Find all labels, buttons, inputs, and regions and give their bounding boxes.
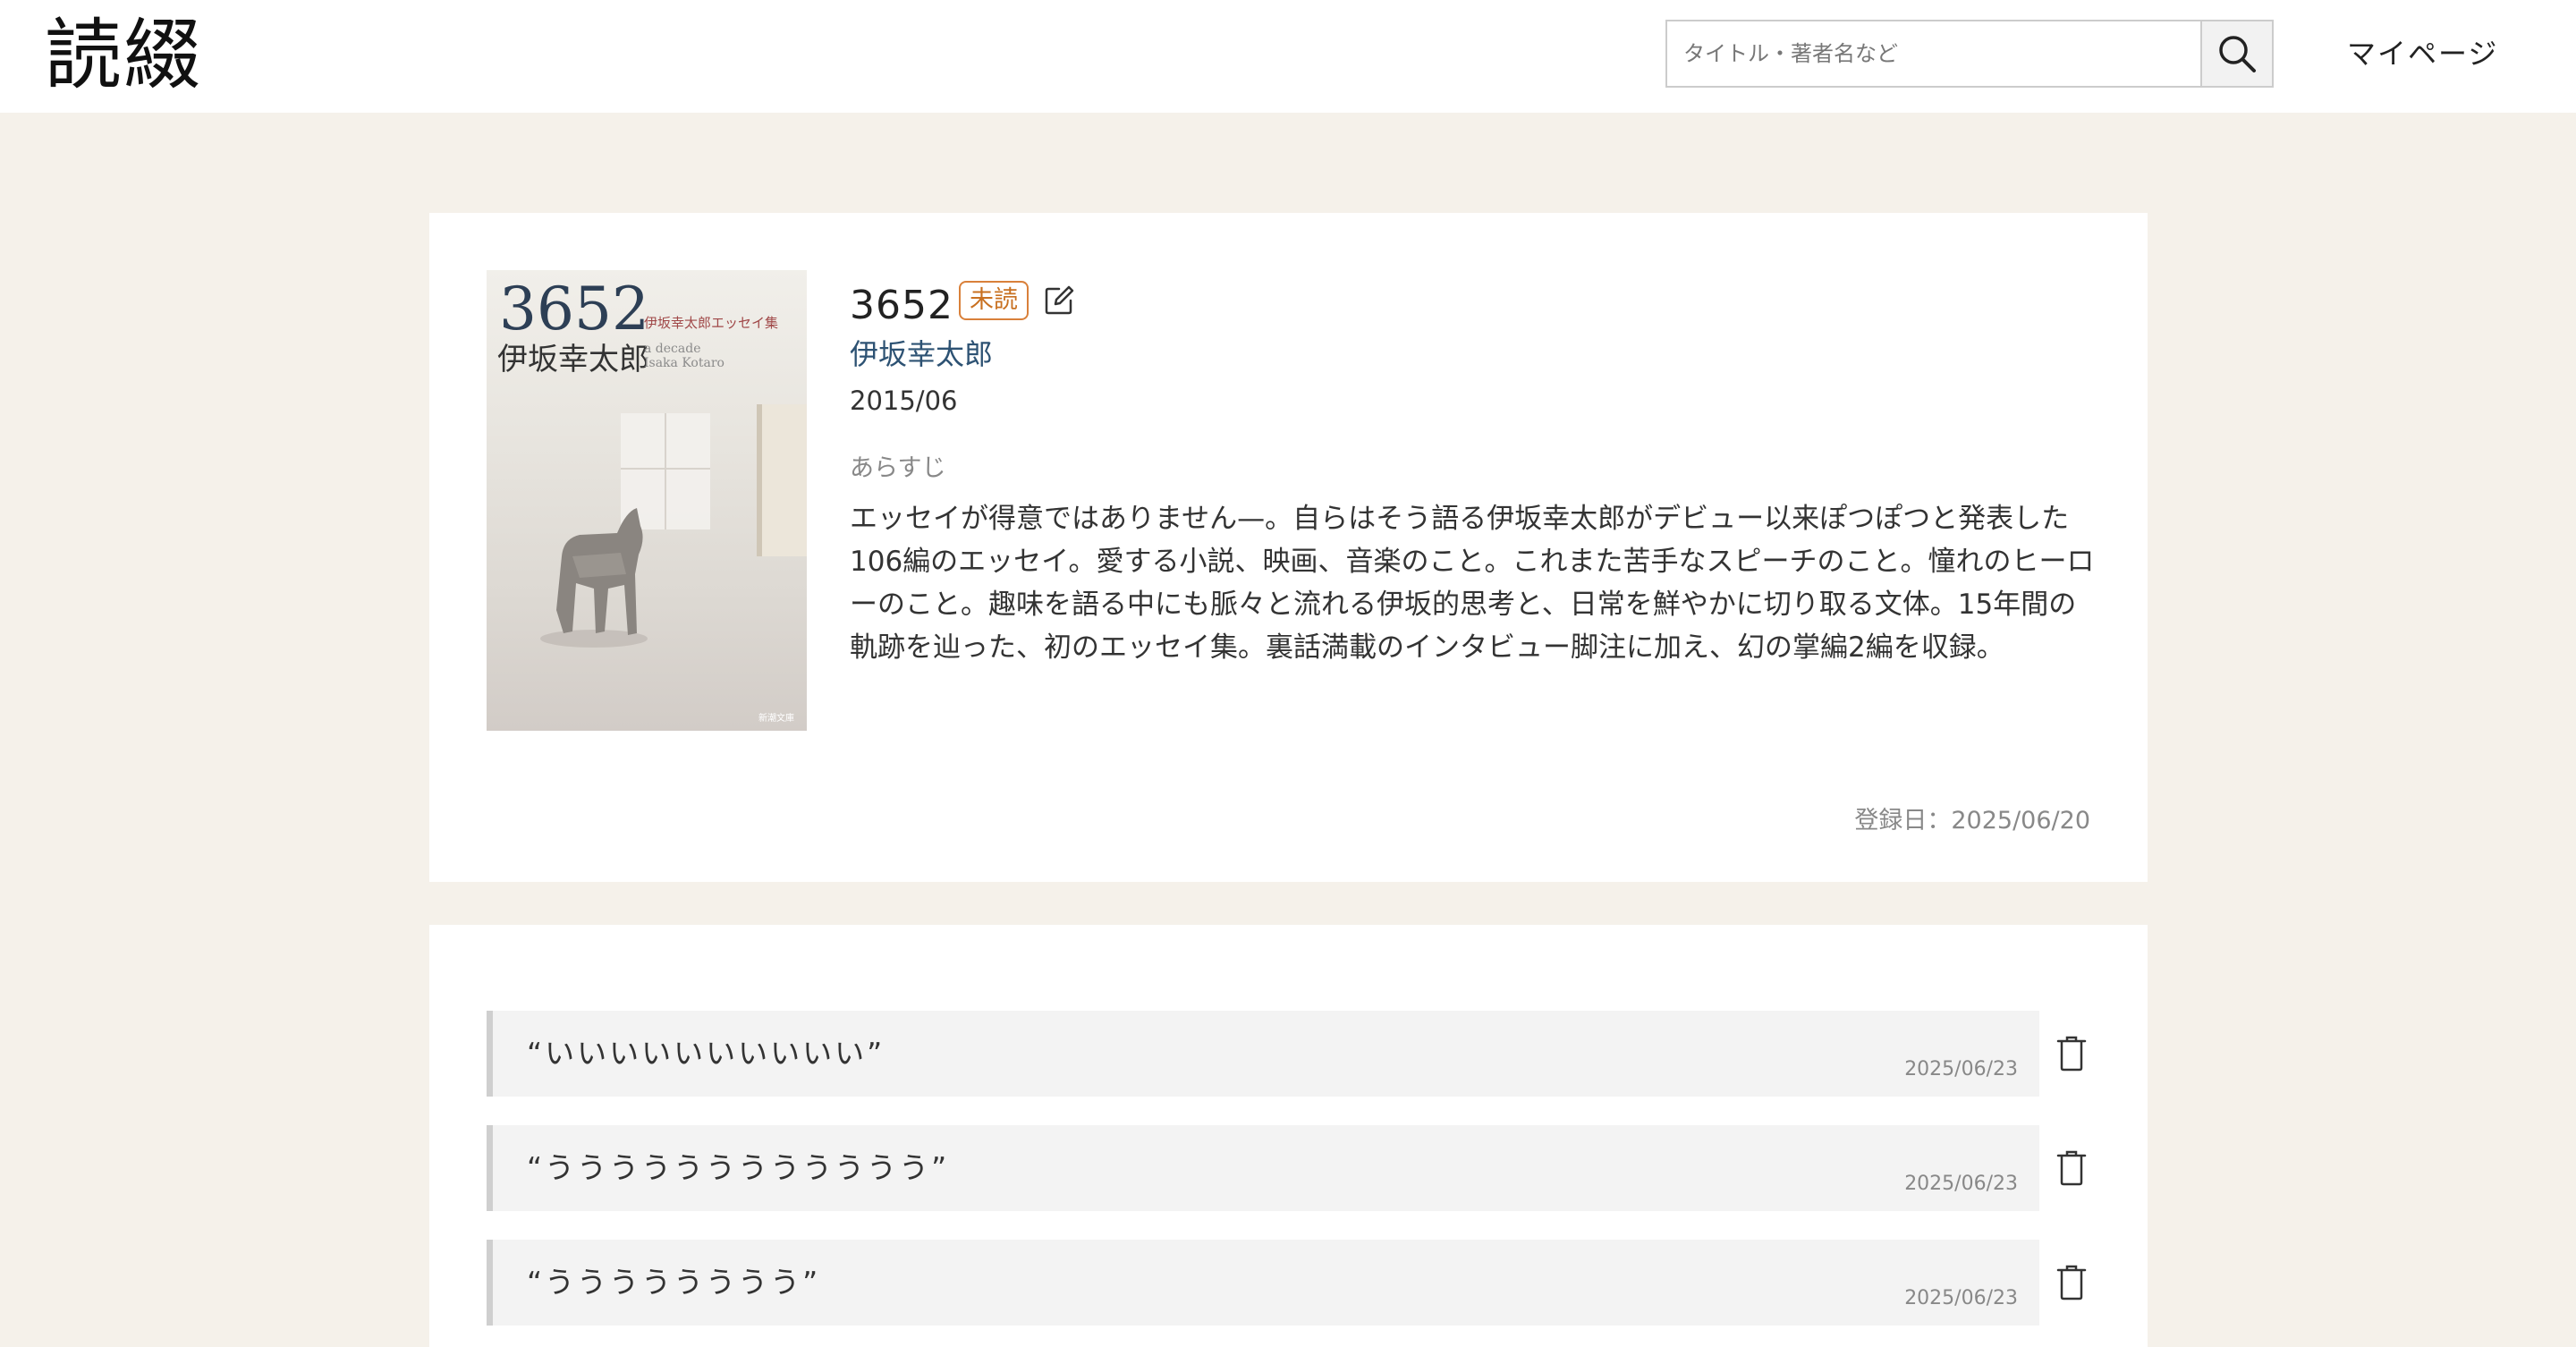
delete-note-button[interactable] — [2050, 1125, 2093, 1211]
search-icon — [2219, 36, 2256, 72]
trash-icon — [2056, 1036, 2087, 1072]
cover-author: 伊坂幸太郎 — [497, 342, 649, 377]
edit-icon — [1045, 285, 1074, 315]
mypage-link[interactable]: マイページ — [2347, 34, 2498, 73]
cover-decade-line2: Isaka Kotaro — [644, 356, 724, 370]
cover-publisher: 新潮文庫 — [758, 714, 794, 724]
cover-decade-line1: a decade — [644, 342, 701, 356]
cover-decade-text: a decade Isaka Kotaro — [644, 342, 724, 370]
book-title: 3652 — [850, 283, 953, 328]
header: 読綴 マイページ — [0, 0, 2576, 113]
cover-subtitle: 伊坂幸太郎エッセイ集 — [644, 315, 779, 331]
app-logo[interactable]: 読綴 — [45, 11, 202, 100]
delete-note-button[interactable] — [2050, 1240, 2093, 1326]
cover-title: 3652 — [499, 275, 649, 343]
notes-card: “いいいいいいいいいい” 2025/06/23 “うううううううううううう” 2… — [429, 925, 2148, 1347]
note-date: 2025/06/23 — [1904, 1058, 2018, 1080]
note-date: 2025/06/23 — [1904, 1287, 2018, 1309]
note-item[interactable]: “いいいいいいいいいい” 2025/06/23 — [487, 1011, 2039, 1097]
note-text: “いいいいいいいいいい” — [527, 1036, 886, 1071]
note-text: “うううううううう” — [527, 1265, 821, 1300]
search-input[interactable] — [1665, 20, 2200, 88]
trash-icon — [2056, 1150, 2087, 1186]
delete-note-button[interactable] — [2050, 1011, 2093, 1097]
synopsis-text: エッセイが得意ではありません—。自らはそう語る伊坂幸太郎がデビュー以来ぽつぽつと… — [850, 503, 2095, 664]
synopsis-label: あらすじ — [850, 454, 946, 482]
note-text: “うううううううううううう” — [527, 1150, 950, 1185]
book-cover: 3652 伊坂幸太郎エッセイ集 伊坂幸太郎 a decade Isaka Kot… — [487, 270, 807, 731]
edit-button[interactable] — [1041, 283, 1077, 318]
author-link[interactable]: 伊坂幸太郎 — [850, 335, 993, 374]
publication-date: 2015/06 — [850, 385, 958, 416]
trash-icon — [2056, 1265, 2087, 1300]
status-badge[interactable]: 未読 — [959, 281, 1029, 320]
note-item[interactable]: “うううううううう” 2025/06/23 — [487, 1240, 2039, 1326]
book-detail-card: 3652 伊坂幸太郎エッセイ集 伊坂幸太郎 a decade Isaka Kot… — [429, 213, 2148, 882]
note-date: 2025/06/23 — [1904, 1173, 2018, 1195]
note-item[interactable]: “うううううううううううう” 2025/06/23 — [487, 1125, 2039, 1211]
search-button[interactable] — [2200, 20, 2274, 88]
registered-date: 登録日：2025/06/20 — [1854, 807, 2090, 834]
